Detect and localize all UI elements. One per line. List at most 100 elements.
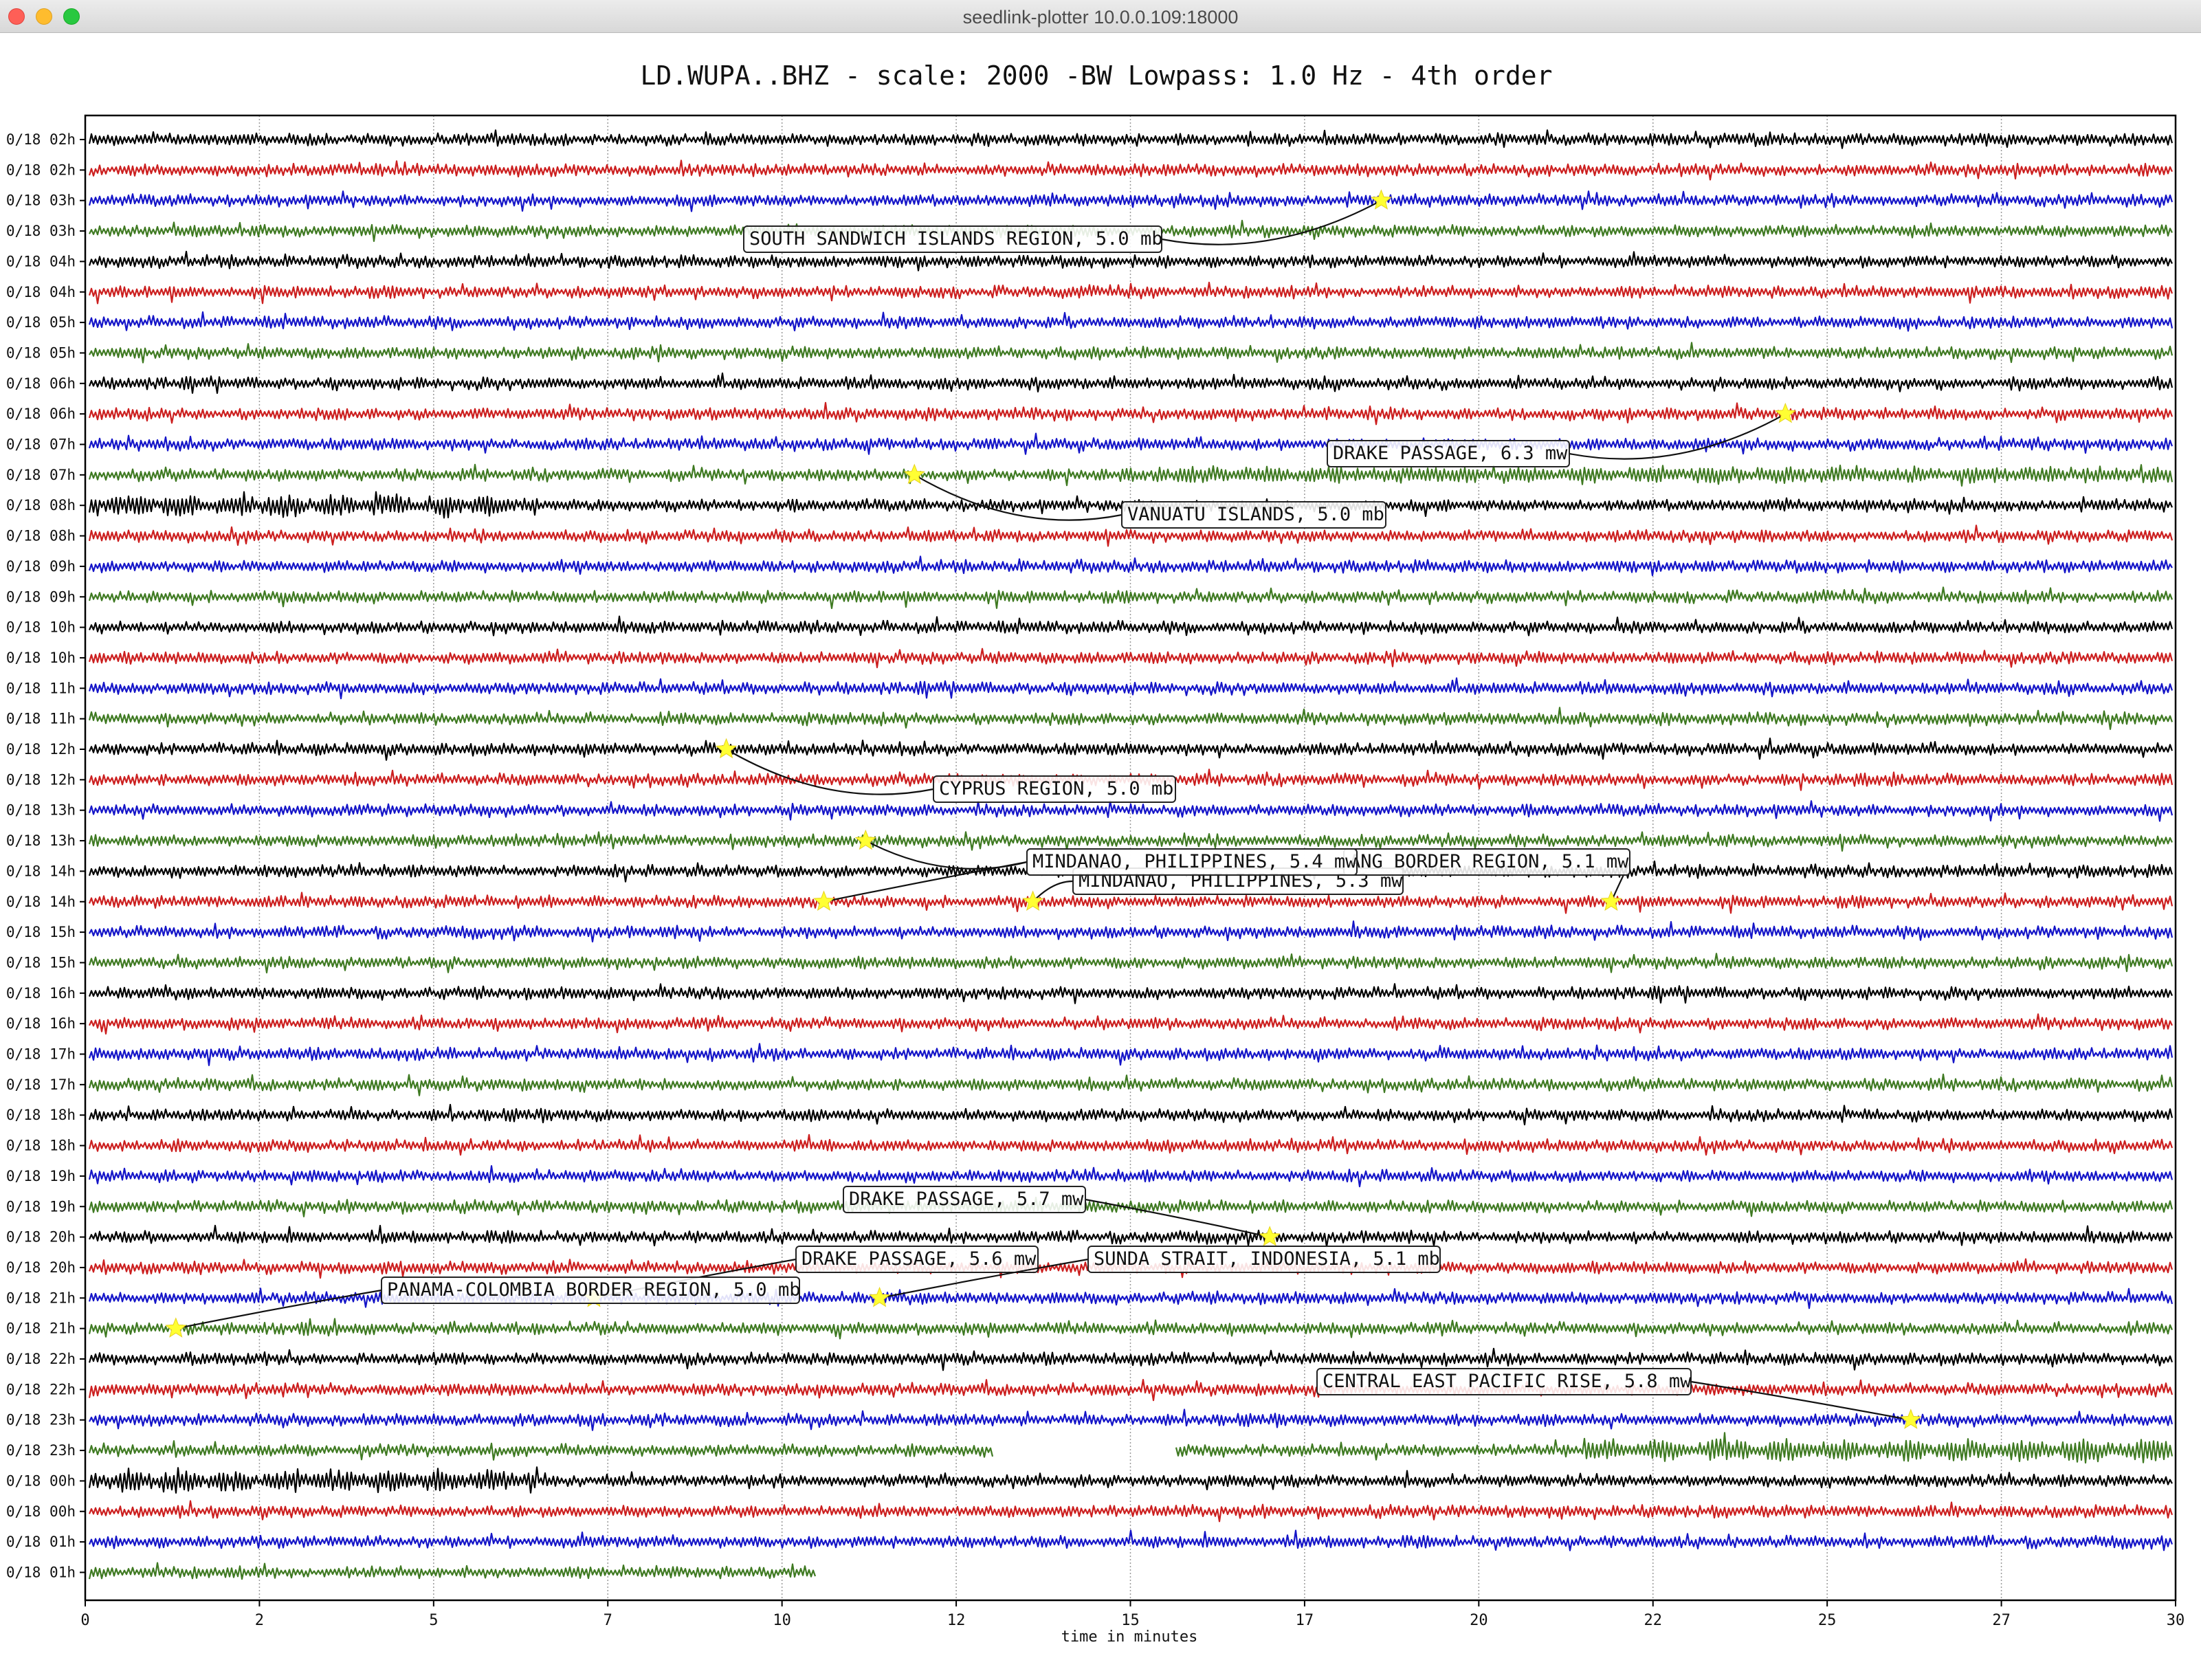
event-star-marker [715,738,738,759]
event-star-marker [812,890,835,911]
row-label: 0/18 02h [6,131,76,148]
event-connector [726,749,934,795]
row-label: 0/18 13h [6,832,76,849]
event-star-marker [165,1317,187,1338]
row-label: 0/18 05h [6,344,76,361]
event-connector [1569,413,1786,460]
row-label: 0/18 11h [6,680,76,696]
row-label: 0/18 18h [6,1138,76,1154]
trace-line [88,1103,2174,1126]
event-label: CYPRUS REGION, 5.0 mb [939,778,1173,799]
x-tick-label: 10 [773,1612,791,1629]
row-label: 0/18 07h [6,467,76,483]
row-label: 0/18 00h [6,1472,76,1489]
row-label: 0/18 13h [6,802,76,819]
row-label: 0/18 12h [6,741,76,758]
row-label: 0/18 04h [6,284,76,300]
row-label: 0/18 21h [6,1290,76,1306]
event-star-marker [868,1286,891,1307]
row-label: 0/18 20h [6,1259,76,1276]
row-label: 0/18 20h [6,1229,76,1246]
trace-line [89,1408,2174,1431]
row-label: 0/18 22h [6,1381,76,1397]
trace-line [88,615,2174,637]
row-label: 0/18 17h [6,1076,76,1093]
event-star-marker [903,463,925,485]
trace-line [88,648,2174,669]
event-label: SUNDA STRAIT, INDONESIA, 5.1 mb [1094,1248,1440,1270]
row-label: 0/18 19h [6,1198,76,1215]
row-labels: 0/18 02h 0/18 02h 0/18 03h 0/18 03h 0/18 04h… [6,131,85,1580]
row-label: 0/18 03h [6,192,76,209]
row-label: 0/18 16h [6,1015,76,1032]
row-label: 0/18 08h [6,497,76,513]
row-label: 0/18 10h [6,619,76,636]
row-label: 0/18 22h [6,1351,76,1367]
trace-line [88,1196,2174,1217]
row-label: 0/18 11h [6,711,76,727]
event-star-marker [1259,1226,1281,1246]
row-label: 0/18 09h [6,558,76,575]
window-title: seedlink-plotter 10.0.0.109:18000 [962,7,1239,27]
event-label: VANUATU ISLANDS, 5.0 mb [1127,504,1384,525]
trace-line [88,1165,2174,1188]
row-label: 0/18 01h [6,1534,76,1550]
row-label: 0/18 23h [6,1412,76,1428]
row-label: 0/18 21h [6,1320,76,1337]
x-axis-label: time in minutes [1061,1628,1198,1646]
event-star-marker [1021,890,1044,911]
row-label: 0/18 06h [6,406,76,422]
event-label: SOUTH SANDWICH ISLANDS REGION, 5.0 mb [749,228,1162,250]
trace-line [88,953,2174,974]
row-label: 0/18 05h [6,314,76,331]
x-tick-label: 7 [604,1612,612,1629]
trace-line [88,1529,2174,1551]
row-label: 0/18 10h [6,650,76,666]
trace-line [88,463,2174,487]
trace-line [88,159,2174,181]
event-connector [1161,199,1382,245]
x-tick-label: 22 [1644,1612,1663,1629]
row-label: 0/18 15h [6,954,76,971]
row-label: 0/18 18h [6,1107,76,1123]
event-connector [823,861,1028,903]
x-tick-label: 2 [255,1612,264,1629]
trace-line [88,281,2174,305]
seismogram-plot: LD.WUPA..BHZ - scale: 2000 -BW Lowpass: … [6,60,2185,1646]
row-label: 0/18 08h [6,528,76,544]
trace-line [88,401,2174,425]
row-label: 0/18 07h [6,436,76,453]
event-label: DRAKE PASSAGE, 5.6 mw [801,1248,1037,1270]
x-axis-ticks: 0 2 5 7 10 12 15 17 20 22 25 27 30 [80,1600,2185,1629]
row-label: 0/18 00h [6,1503,76,1520]
row-label: 0/18 17h [6,1046,76,1063]
trace-line [88,1432,2174,1464]
row-label: 0/18 16h [6,985,76,1002]
x-tick-label: 30 [2167,1612,2185,1629]
row-label: 0/18 02h [6,162,76,178]
row-label: 0/18 01h [6,1564,76,1580]
event-star-marker [1370,189,1393,210]
event-label: MINDANAO, PHILIPPINES, 5.4 mw [1032,851,1357,872]
x-tick-label: 12 [947,1612,966,1629]
x-tick-label: 17 [1296,1612,1314,1629]
event-star-marker [1600,890,1622,911]
row-label: 0/18 04h [6,253,76,269]
x-tick-label: 25 [1818,1612,1837,1629]
event-label: DRAKE PASSAGE, 6.3 mw [1333,443,1568,464]
row-label: 0/18 23h [6,1442,76,1459]
trace-line [88,1379,2174,1402]
row-label: 0/18 09h [6,588,76,605]
row-label: 0/18 15h [6,924,76,940]
event-connector [914,474,1122,521]
event-label: PANAMA-COLOMBIA BORDER REGION, 5.0 mb [387,1279,800,1301]
trace-line [88,677,2174,700]
event-label: ANG BORDER REGION, 5.1 mw [1349,851,1629,872]
event-label: DRAKE PASSAGE, 5.7 mw [849,1189,1084,1210]
row-label: 0/18 12h [6,771,76,788]
window-titlebar[interactable]: seedlink-plotter 10.0.0.109:18000 [0,0,2201,33]
event-star-marker [1900,1408,1922,1429]
x-tick-label: 15 [1121,1612,1140,1629]
chart-title: LD.WUPA..BHZ - scale: 2000 -BW Lowpass: … [641,60,1553,91]
row-label: 0/18 14h [6,863,76,879]
